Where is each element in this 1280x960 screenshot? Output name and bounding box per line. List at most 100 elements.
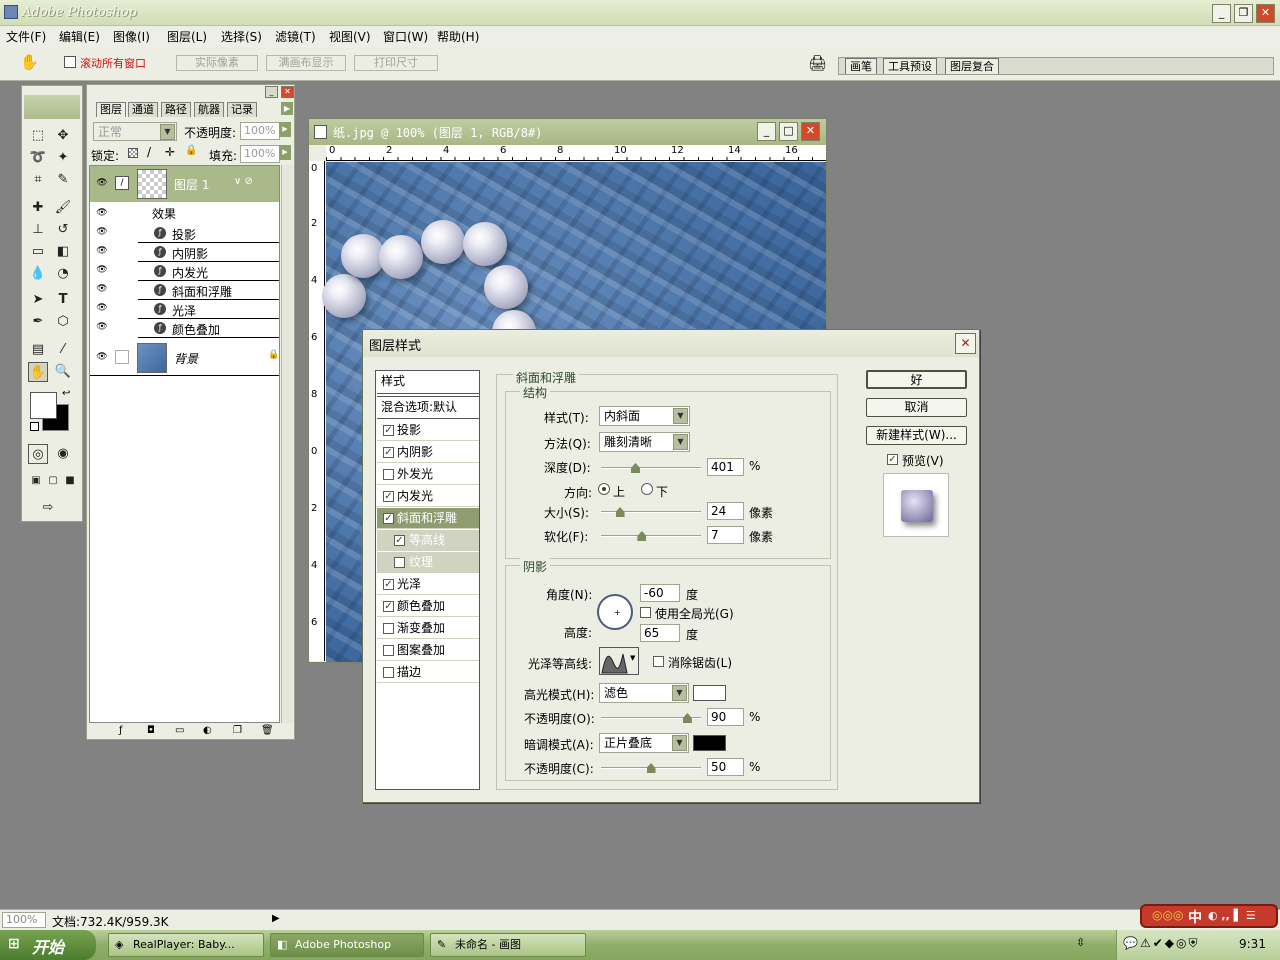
menu-file[interactable]: 文件(F) bbox=[6, 28, 46, 45]
style-item[interactable]: ✓ 内阴影 bbox=[377, 442, 479, 463]
tab-paths[interactable]: 路径 bbox=[161, 102, 191, 117]
anti-alias-checkbox[interactable] bbox=[653, 656, 664, 667]
add-style-icon[interactable]: ƒ bbox=[119, 725, 123, 736]
panel-menu-arrow-icon[interactable]: ▶ bbox=[281, 102, 293, 115]
eye-icon[interactable]: 👁 bbox=[95, 208, 109, 218]
style-item-checkbox[interactable]: ✓ bbox=[383, 447, 394, 458]
tab-navigator[interactable]: 航器 bbox=[194, 102, 224, 117]
global-light-checkbox[interactable] bbox=[640, 607, 651, 618]
tab-channels[interactable]: 通道 bbox=[128, 102, 158, 117]
style-select[interactable]: 内斜面 ▼ bbox=[599, 406, 690, 426]
menu-select[interactable]: 选择(S) bbox=[221, 28, 262, 45]
layer-link-box[interactable] bbox=[115, 350, 129, 364]
effect-row[interactable]: ƒ 投影 bbox=[138, 224, 279, 243]
stamp-tool-icon[interactable]: ⊥ bbox=[28, 220, 48, 240]
foreground-color-swatch[interactable] bbox=[30, 392, 57, 419]
magic-wand-tool-icon[interactable]: ✦ bbox=[53, 148, 73, 168]
shadow-opacity-slider[interactable] bbox=[601, 763, 701, 773]
zoom-tool-icon[interactable]: 🔍 bbox=[53, 362, 73, 382]
trash-icon[interactable]: 🗑 bbox=[261, 725, 274, 736]
angle-field[interactable]: -60 bbox=[640, 584, 680, 602]
new-style-button[interactable]: 新建样式(W)... bbox=[866, 426, 967, 445]
fit-screen-button[interactable]: 满画布显示 bbox=[266, 55, 346, 71]
highlight-opacity-slider[interactable] bbox=[601, 713, 701, 723]
style-item[interactable]: ✓ 颜色叠加 bbox=[377, 596, 479, 617]
type-tool-icon[interactable]: T bbox=[53, 290, 73, 310]
taskbar-item-photoshop[interactable]: ◧ Adobe Photoshop bbox=[270, 933, 424, 957]
hand-tool-icon[interactable]: ✋ bbox=[20, 53, 39, 71]
menu-filter[interactable]: 滤镜(T) bbox=[275, 28, 316, 45]
style-item-checkbox[interactable]: ✓ bbox=[383, 579, 394, 590]
default-colors-icon[interactable] bbox=[30, 422, 39, 431]
style-item[interactable]: 渐变叠加 bbox=[377, 618, 479, 639]
blend-options-item[interactable]: 混合选项:默认 bbox=[377, 396, 479, 419]
adjustment-layer-icon[interactable]: ◐ bbox=[203, 725, 212, 736]
effect-row[interactable]: ƒ 颜色叠加 bbox=[138, 319, 279, 338]
style-item-checkbox[interactable]: ✓ bbox=[383, 491, 394, 502]
tab-layer-comps[interactable]: 图层复合 bbox=[945, 58, 999, 74]
panel-minimize-icon[interactable]: _ bbox=[265, 86, 278, 98]
notes-tool-icon[interactable]: ▤ bbox=[28, 340, 48, 360]
doc-minimize-button[interactable]: _ bbox=[757, 122, 776, 141]
full-screen-mode-icon[interactable]: ■ bbox=[60, 471, 80, 491]
style-item-checkbox[interactable] bbox=[394, 557, 405, 568]
ime-toolbar[interactable]: ◎◎◎ 中 ◐ ,, ▌ ☰ bbox=[1140, 904, 1278, 928]
quick-mask-mode-icon[interactable]: ◉ bbox=[53, 444, 73, 464]
shadow-color-swatch[interactable] bbox=[693, 735, 726, 751]
style-item-checkbox[interactable] bbox=[383, 623, 394, 634]
effect-row[interactable]: ƒ 内发光 bbox=[138, 262, 279, 281]
technique-select[interactable]: 雕刻清晰 ▼ bbox=[599, 432, 690, 452]
eraser-tool-icon[interactable]: ▭ bbox=[28, 242, 48, 262]
effect-row[interactable]: ƒ 斜面和浮雕 bbox=[138, 281, 279, 300]
path-select-tool-icon[interactable]: ➤ bbox=[28, 290, 48, 310]
eye-icon[interactable]: 👁 bbox=[95, 303, 109, 313]
feather-logo-icon[interactable] bbox=[24, 95, 80, 119]
fill-field[interactable]: 100% bbox=[240, 145, 280, 163]
hand-tool-icon[interactable]: ✋ bbox=[28, 362, 48, 382]
style-item[interactable]: ✓ 投影 bbox=[377, 420, 479, 441]
style-item[interactable]: ✓ 等高线 bbox=[377, 530, 479, 551]
shape-tool-icon[interactable]: ⬡ bbox=[53, 312, 73, 332]
gloss-contour-picker[interactable]: ▼ bbox=[599, 647, 639, 675]
style-item[interactable]: 描边 bbox=[377, 662, 479, 683]
cancel-button[interactable]: 取消 bbox=[866, 398, 967, 417]
highlight-color-swatch[interactable] bbox=[693, 685, 726, 701]
tab-tool-presets[interactable]: 工具预设 bbox=[883, 58, 937, 74]
lock-position-icon[interactable]: ✛ bbox=[165, 145, 175, 159]
blur-tool-icon[interactable]: 💧 bbox=[28, 264, 48, 284]
restore-button[interactable]: ❐ bbox=[1234, 4, 1253, 23]
slider-thumb[interactable] bbox=[631, 463, 641, 473]
slider-thumb[interactable] bbox=[682, 713, 692, 723]
new-layer-icon[interactable]: ❐ bbox=[233, 725, 242, 736]
zoom-field[interactable]: 100% bbox=[2, 912, 46, 928]
opacity-field[interactable]: 100% bbox=[240, 122, 280, 140]
eye-icon[interactable]: 👁 bbox=[95, 352, 109, 362]
style-item-checkbox[interactable] bbox=[383, 667, 394, 678]
add-mask-icon[interactable]: ◘ bbox=[147, 725, 155, 736]
status-menu-arrow-icon[interactable]: ▶ bbox=[272, 913, 280, 924]
lasso-tool-icon[interactable]: ➰ bbox=[28, 148, 48, 168]
lock-image-icon[interactable]: / bbox=[147, 145, 151, 159]
history-brush-tool-icon[interactable]: ↺ bbox=[53, 220, 73, 240]
scroll-all-windows-checkbox[interactable] bbox=[64, 56, 76, 68]
start-button[interactable]: ⊞ 开始 bbox=[0, 930, 96, 960]
panel-close-icon[interactable]: ✕ bbox=[281, 86, 294, 98]
layer-row-layer1[interactable]: 👁 / 图层 1 ∨ ⊘ bbox=[90, 166, 279, 202]
slice-tool-icon[interactable]: ✎ bbox=[53, 170, 73, 190]
style-item[interactable]: 图案叠加 bbox=[377, 640, 479, 661]
layer-row-background[interactable]: 👁 背景 🔒 bbox=[90, 340, 279, 376]
eye-icon[interactable]: 👁 bbox=[95, 265, 109, 275]
menu-layer[interactable]: 图层(L) bbox=[167, 28, 207, 45]
layers-scrollbar[interactable] bbox=[281, 165, 293, 723]
brush-tool-icon[interactable]: 🖌 bbox=[53, 198, 73, 218]
eye-icon[interactable]: 👁 bbox=[95, 227, 109, 237]
ok-button[interactable]: 好 bbox=[866, 370, 967, 389]
gradient-tool-icon[interactable]: ◧ bbox=[53, 242, 73, 262]
style-item-checkbox[interactable] bbox=[383, 645, 394, 656]
style-item[interactable]: ✓ 斜面和浮雕 bbox=[377, 508, 479, 529]
angle-dial[interactable]: + bbox=[597, 594, 633, 630]
size-slider[interactable] bbox=[601, 507, 701, 517]
tray-icons[interactable]: 💬⚠✔◆◎⛨ bbox=[1123, 936, 1199, 951]
doc-close-button[interactable]: ✕ bbox=[801, 122, 820, 141]
effect-row[interactable]: ƒ 内阴影 bbox=[138, 243, 279, 262]
